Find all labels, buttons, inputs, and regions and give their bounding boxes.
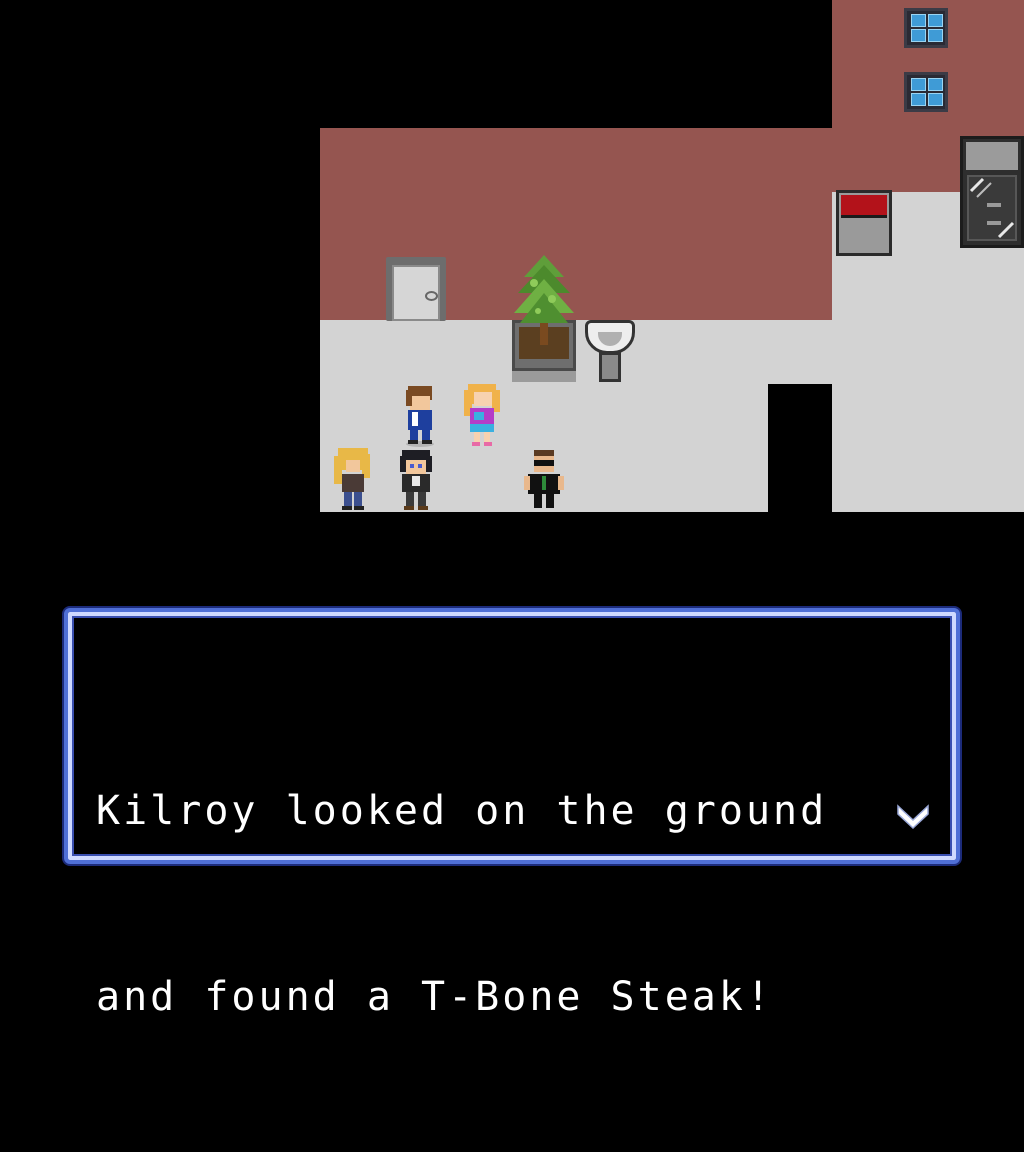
message-line-1: Kilroy looked on the ground bbox=[96, 788, 828, 834]
message-text: Kilroy looked on the ground and found a … bbox=[96, 656, 936, 1152]
girl-character[interactable] bbox=[460, 380, 504, 450]
doorway-shadow bbox=[768, 384, 832, 512]
brown-hair-character[interactable] bbox=[398, 382, 442, 448]
message-line-2: and found a T-Bone Steak! bbox=[96, 974, 774, 1020]
window-icon bbox=[904, 8, 948, 48]
potted-tree-icon[interactable] bbox=[512, 253, 576, 351]
tv-icon[interactable] bbox=[836, 190, 892, 256]
black-hair-character[interactable] bbox=[394, 446, 438, 512]
blonde-character[interactable] bbox=[332, 444, 376, 512]
fridge-icon[interactable] bbox=[960, 136, 1024, 248]
door-icon[interactable] bbox=[386, 257, 446, 321]
sink-icon[interactable] bbox=[585, 318, 637, 384]
sunglasses-character[interactable] bbox=[522, 448, 566, 512]
chevron-down-icon[interactable] bbox=[896, 802, 930, 832]
message-window[interactable]: Kilroy looked on the ground and found a … bbox=[64, 608, 960, 1020]
window-icon bbox=[904, 72, 948, 112]
